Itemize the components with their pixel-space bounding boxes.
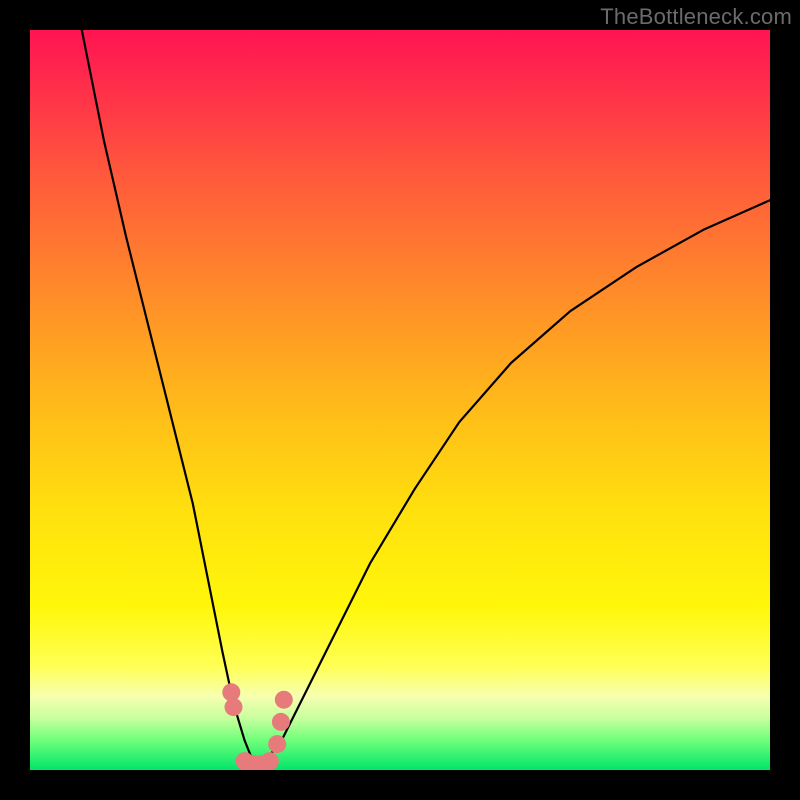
chart-svg: [30, 30, 770, 770]
bottleneck-curve: [82, 30, 770, 764]
highlight-markers: [222, 683, 292, 770]
plot-area: [30, 30, 770, 770]
chart-frame: TheBottleneck.com: [0, 0, 800, 800]
watermark-text: TheBottleneck.com: [600, 4, 792, 30]
